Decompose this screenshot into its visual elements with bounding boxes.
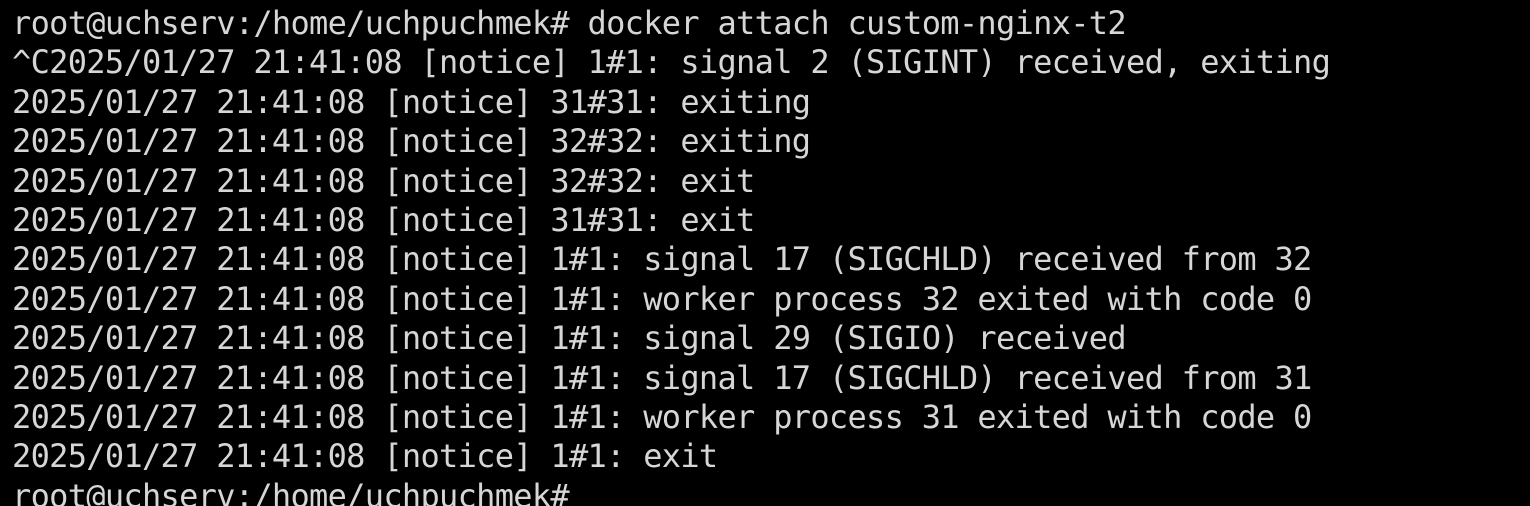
terminal-window[interactable]: root@uchserv:/home/uchpuchmek# docker at…: [0, 0, 1530, 506]
terminal-line-output: 2025/01/27 21:41:08 [notice] 1#1: signal…: [12, 358, 1312, 397]
terminal-line-output: 2025/01/27 21:41:08 [notice] 32#32: exit: [12, 161, 755, 200]
terminal-line-output: 2025/01/27 21:41:08 [notice] 31#31: exit…: [12, 82, 811, 121]
terminal-line-command: root@uchserv:/home/uchpuchmek# docker at…: [12, 4, 1127, 42]
terminal-line-output: 2025/01/27 21:41:08 [notice] 1#1: exit: [12, 437, 718, 476]
terminal-line-output: 2025/01/27 21:41:08 [notice] 1#1: worker…: [12, 279, 1312, 318]
terminal-line-output: 2025/01/27 21:41:08 [notice] 31#31: exit: [12, 200, 755, 239]
terminal-prompt[interactable]: root@uchserv:/home/uchpuchmek#: [12, 477, 1530, 506]
terminal-line-output: ^C2025/01/27 21:41:08 [notice] 1#1: sign…: [12, 43, 1331, 82]
terminal-line-output: 2025/01/27 21:41:08 [notice] 1#1: signal…: [12, 319, 1127, 358]
terminal-line-output: 2025/01/27 21:41:08 [notice] 1#1: signal…: [12, 240, 1312, 279]
terminal-line-output: 2025/01/27 21:41:08 [notice] 1#1: worker…: [12, 397, 1312, 436]
terminal-line-output: 2025/01/27 21:41:08 [notice] 32#32: exit…: [12, 122, 811, 161]
